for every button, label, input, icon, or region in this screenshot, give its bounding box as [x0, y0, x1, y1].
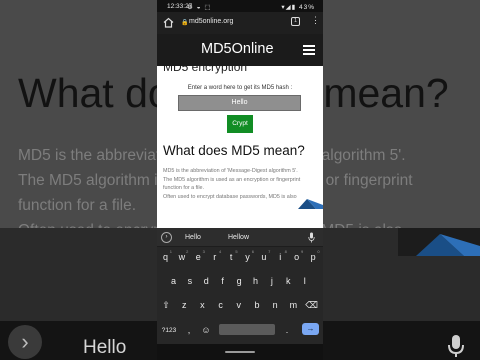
encryption-heading: MD5 encryption: [163, 66, 248, 74]
symbols-key[interactable]: ?123: [159, 321, 179, 340]
home-gesture-handle[interactable]: [225, 351, 255, 353]
key-hint: 6: [251, 249, 254, 254]
key-m[interactable]: m: [285, 296, 301, 315]
key-z[interactable]: z: [176, 296, 192, 315]
key-i[interactable]: i8: [273, 248, 288, 267]
browser-toolbar: 🔒 md5online.org 1 ⋮: [157, 12, 323, 34]
hash-input[interactable]: Hello: [178, 95, 301, 111]
key-x[interactable]: x: [194, 296, 210, 315]
battery-indicator: ▾◢▮ 43%: [281, 4, 315, 11]
site-header: MD5Online: [157, 34, 323, 66]
key-hint: 2: [186, 249, 189, 254]
input-label: Enter a word here to get its MD5 hash :: [187, 85, 293, 91]
key-hint: 1: [169, 249, 172, 254]
key-k[interactable]: k: [281, 272, 296, 291]
mic-icon[interactable]: [308, 232, 315, 243]
key-n[interactable]: n: [267, 296, 283, 315]
lock-icon: 🔒: [181, 20, 189, 26]
site-logo[interactable]: MD5Online: [201, 41, 274, 57]
background-triangle-graphic: [398, 228, 480, 256]
address-bar[interactable]: md5online.org: [189, 18, 233, 25]
key-c[interactable]: c: [213, 296, 229, 315]
key-f[interactable]: f: [215, 272, 230, 291]
key-o[interactable]: o9: [289, 248, 304, 267]
key-b[interactable]: b: [249, 296, 265, 315]
key-hint: 5: [235, 249, 238, 254]
crypt-button[interactable]: Crypt: [227, 115, 253, 133]
backspace-key[interactable]: ⌫: [304, 296, 320, 315]
background-input-text: Hello: [83, 337, 127, 358]
key-row-4: ?123 , ☺ . →: [157, 321, 323, 339]
corner-triangle-graphic: [298, 199, 323, 209]
key-g[interactable]: g: [232, 272, 247, 291]
hamburger-menu-icon[interactable]: [303, 45, 315, 55]
browser-menu-icon[interactable]: ⋮: [311, 16, 320, 25]
key-hint: 7: [268, 249, 271, 254]
key-q[interactable]: q1: [158, 248, 173, 267]
background-arrow-icon: ›: [8, 325, 42, 359]
key-j[interactable]: j: [264, 272, 279, 291]
suggestion-item[interactable]: Hello: [185, 234, 201, 241]
suggestion-strip: › Hello Hellow: [157, 228, 323, 247]
section-title: What does MD5 mean?: [163, 143, 305, 158]
key-h[interactable]: h: [248, 272, 263, 291]
body-line: The MD5 algorithm is used as an encrypti…: [163, 176, 301, 183]
key-l[interactable]: l: [297, 272, 312, 291]
key-u[interactable]: u7: [256, 248, 271, 267]
key-hint: 0: [317, 249, 320, 254]
key-e[interactable]: e3: [191, 248, 206, 267]
enter-key[interactable]: →: [302, 323, 319, 335]
period-key[interactable]: .: [281, 321, 293, 340]
suggestion-item[interactable]: Hellow: [228, 234, 249, 241]
body-line: MD5 is the abbreviation of 'Message-Dige…: [163, 168, 298, 174]
page-content: MD5 encryption Enter a word here to get …: [157, 66, 323, 228]
key-y[interactable]: y6: [240, 248, 255, 267]
key-w[interactable]: w2: [174, 248, 189, 267]
key-hint: 8: [284, 249, 287, 254]
shift-key[interactable]: ⇧: [158, 296, 174, 315]
home-icon[interactable]: [162, 16, 175, 29]
key-v[interactable]: v: [231, 296, 247, 315]
key-r[interactable]: r4: [207, 248, 222, 267]
key-t[interactable]: t5: [224, 248, 239, 267]
key-row-3: ⇧ z x c v b n m ⌫: [157, 296, 323, 316]
key-row-1: q1w2e3r4t5y6u7i8o9p0: [157, 248, 323, 268]
key-d[interactable]: d: [199, 272, 214, 291]
emoji-icon[interactable]: ☺: [199, 321, 213, 340]
key-s[interactable]: s: [182, 272, 197, 291]
tab-switcher-button[interactable]: 1: [291, 17, 300, 26]
key-hint: 9: [300, 249, 304, 254]
status-bar: 12:33:27 ⚙ ◒ ⬚ ▾◢▮ 43%: [157, 0, 323, 12]
space-key[interactable]: [219, 324, 275, 335]
key-p[interactable]: p0: [306, 248, 321, 267]
key-hint: 4: [218, 249, 222, 254]
body-line: function for a file.: [163, 185, 205, 192]
system-nav-bar: [157, 344, 323, 360]
phone-screen: 12:33:27 ⚙ ◒ ⬚ ▾◢▮ 43% 🔒 md5online.org 1…: [157, 0, 323, 360]
background-mic-icon: [448, 335, 464, 357]
key-row-2: asdfghjkl: [157, 272, 323, 292]
comma-key[interactable]: ,: [183, 321, 195, 340]
notification-icons: ⚙ ◒ ⬚: [187, 4, 212, 11]
key-hint: 3: [202, 249, 205, 254]
key-a[interactable]: a: [166, 272, 181, 291]
onscreen-keyboard: › Hello Hellow q1w2e3r4t5y6u7i8o9p0 asdf…: [157, 228, 323, 360]
